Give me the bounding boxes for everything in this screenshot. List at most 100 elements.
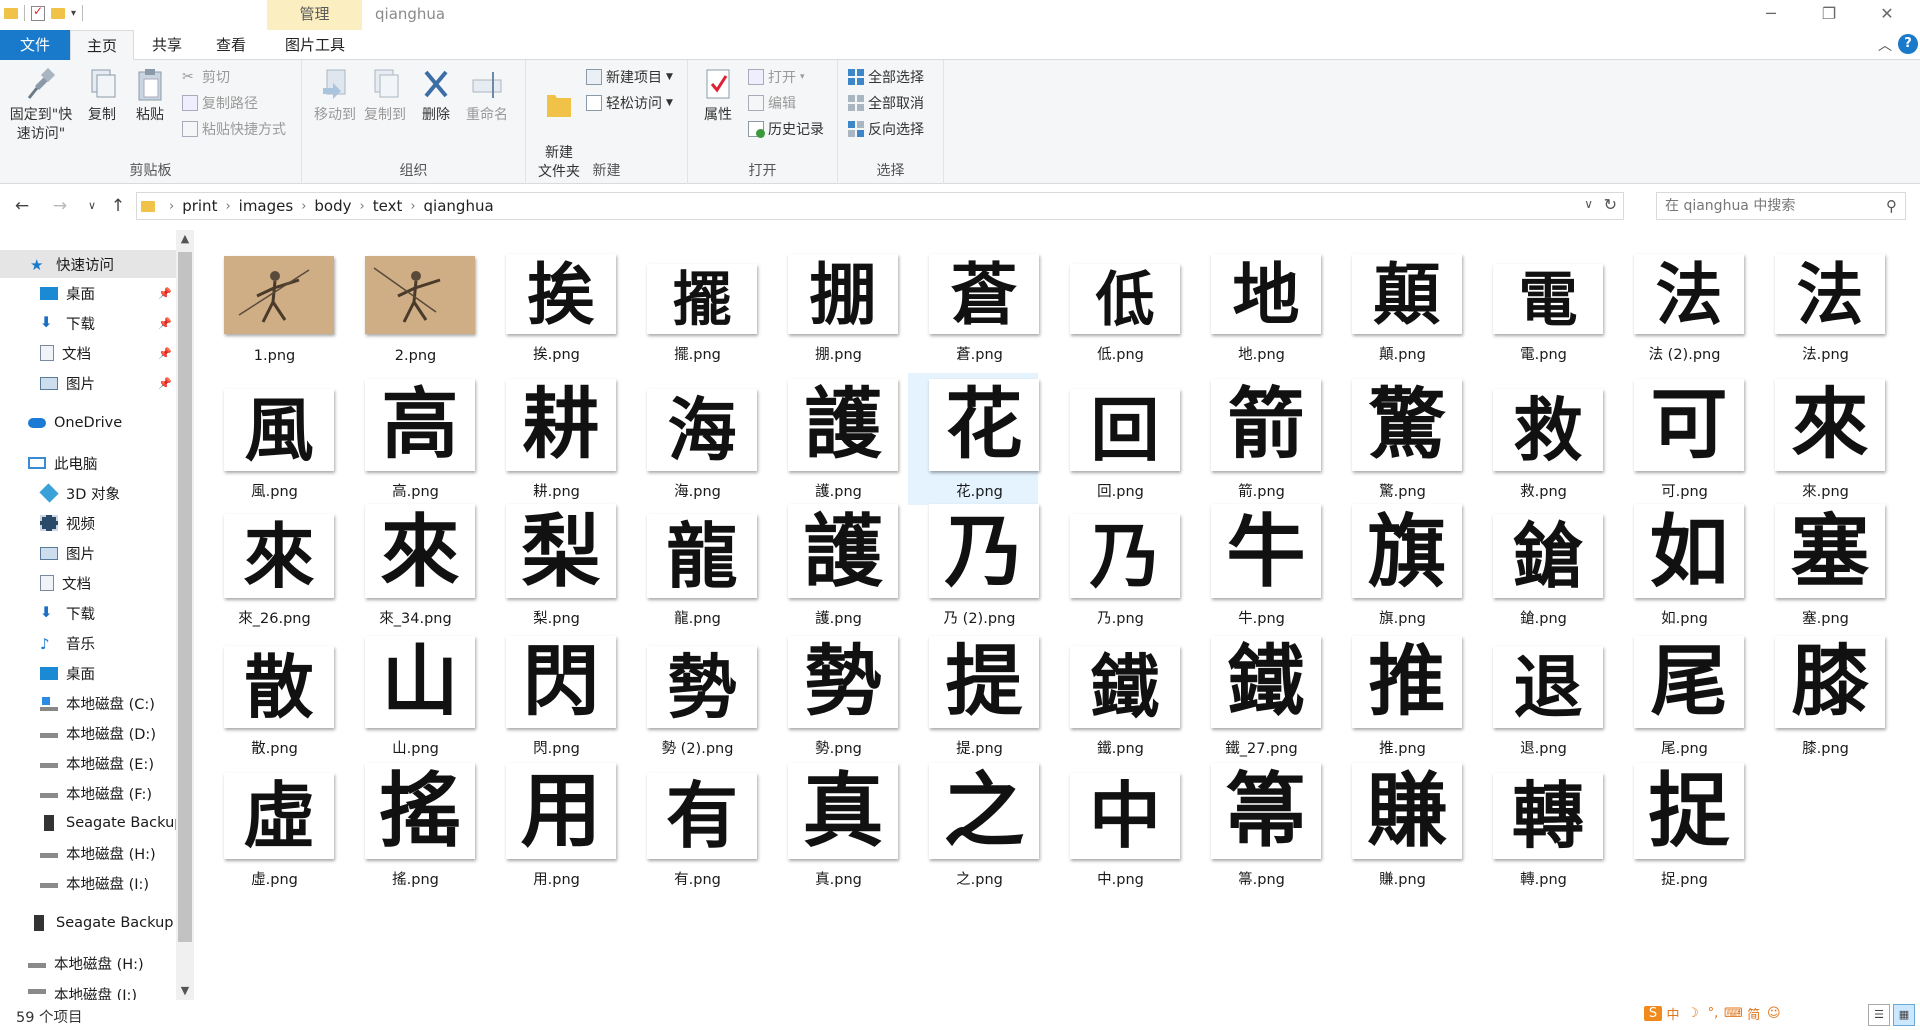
nav-qa-downloads[interactable]: ⬇ 下载 📌 <box>0 309 176 337</box>
file-item[interactable]: 乃乃 (2).png <box>908 500 1039 632</box>
nav-onedrive[interactable]: OneDrive <box>0 409 176 437</box>
file-item[interactable]: 2.png <box>344 236 475 368</box>
copy-path-button[interactable]: 复制路径 <box>182 92 258 114</box>
up-button[interactable]: ↑ <box>106 194 130 218</box>
pin-icon[interactable]: 📌 <box>158 287 172 300</box>
file-item[interactable]: 尾尾.png <box>1613 630 1744 762</box>
file-item[interactable]: 挨挨.png <box>485 236 616 368</box>
nav-quick-access[interactable]: ★ 快速访问 <box>0 250 176 278</box>
file-item[interactable]: 鎗鎗.png <box>1472 500 1603 632</box>
punctuation-icon[interactable]: °, <box>1704 1006 1722 1021</box>
file-item[interactable]: 龍龍.png <box>626 500 757 632</box>
breadcrumb-text[interactable]: text <box>373 197 403 215</box>
nav-seagate-g[interactable]: Seagate Backup <box>0 809 176 837</box>
maximize-button[interactable]: ❐ <box>1806 0 1852 30</box>
nav-seagate-root[interactable]: Seagate Backup <box>0 909 176 937</box>
nav-qa-documents[interactable]: 文档 📌 <box>0 339 176 367</box>
edit-button[interactable]: 编辑 <box>748 92 796 114</box>
properties-button[interactable]: 属性 <box>696 66 740 125</box>
breadcrumb-print[interactable]: print <box>182 197 217 215</box>
pin-icon[interactable]: 📌 <box>158 317 172 330</box>
file-item[interactable]: 虛虛.png <box>203 761 334 893</box>
file-item[interactable]: 推推.png <box>1331 630 1462 762</box>
details-view-button[interactable]: ☰ <box>1868 1004 1890 1026</box>
rename-button[interactable]: 重命名 <box>462 66 512 125</box>
nav-drive-e[interactable]: 本地磁盘 (E:) <box>0 749 176 777</box>
forward-button[interactable]: → <box>48 194 72 218</box>
file-item[interactable]: 箭箭.png <box>1190 373 1321 505</box>
nav-3d-objects[interactable]: 3D 对象 <box>0 479 176 507</box>
tab-picture-tools[interactable]: 图片工具 <box>272 30 358 60</box>
properties-icon[interactable] <box>31 4 45 21</box>
nav-documents[interactable]: 文档 <box>0 569 176 597</box>
breadcrumb-body[interactable]: body <box>314 197 351 215</box>
nav-this-pc[interactable]: 此电脑 <box>0 449 176 477</box>
new-item-button[interactable]: 新建项目 ▼ <box>586 66 673 88</box>
file-item[interactable]: 法法 (2).png <box>1613 236 1744 368</box>
recent-locations-button[interactable]: ∨ <box>80 194 104 218</box>
file-item[interactable]: 乃乃.png <box>1049 500 1180 632</box>
file-item[interactable]: 中中.png <box>1049 761 1180 893</box>
nav-drive-f[interactable]: 本地磁盘 (F:) <box>0 779 176 807</box>
ime-simplified[interactable]: 简 <box>1745 1004 1763 1023</box>
ime-skin-icon[interactable]: ☺ <box>1765 1006 1783 1021</box>
nav-videos[interactable]: 视频 <box>0 509 176 537</box>
file-item[interactable]: 救救.png <box>1472 373 1603 505</box>
nav-drive-d[interactable]: 本地磁盘 (D:) <box>0 719 176 747</box>
tab-view[interactable]: 查看 <box>204 30 258 60</box>
new-folder-icon[interactable] <box>51 7 65 19</box>
chevron-right-icon[interactable]: › <box>360 199 365 214</box>
file-item[interactable]: 來來_26.png <box>203 500 334 632</box>
file-item[interactable]: 有有.png <box>626 761 757 893</box>
ime-logo-icon[interactable]: S <box>1644 1006 1662 1021</box>
file-item[interactable]: 轉轉.png <box>1472 761 1603 893</box>
easy-access-button[interactable]: 轻松访问 ▼ <box>586 92 673 114</box>
file-item[interactable]: 高高.png <box>344 373 475 505</box>
moon-icon[interactable]: ☽ <box>1684 1006 1702 1021</box>
tab-file[interactable]: 文件 <box>0 30 70 60</box>
file-item[interactable]: 箒箒.png <box>1190 761 1321 893</box>
nav-drive-h-root[interactable]: 本地磁盘 (H:) <box>0 949 176 977</box>
refresh-icon[interactable]: ↻ <box>1604 195 1617 214</box>
back-button[interactable]: ← <box>10 194 34 218</box>
file-item[interactable]: 護護.png <box>767 373 898 505</box>
file-item[interactable]: 鐵鐵_27.png <box>1190 630 1321 762</box>
nav-qa-desktop[interactable]: 桌面 📌 <box>0 279 176 307</box>
file-item[interactable]: 塞塞.png <box>1754 500 1885 632</box>
file-item[interactable]: 梨梨.png <box>485 500 616 632</box>
copy-button[interactable]: 复制 <box>80 66 124 125</box>
invert-selection-button[interactable]: 反向选择 <box>848 118 924 140</box>
file-item[interactable]: 回回.png <box>1049 373 1180 505</box>
file-item[interactable]: 搖搖.png <box>344 761 475 893</box>
copy-to-button[interactable]: 复制到 <box>362 66 408 125</box>
file-item[interactable]: 風風.png <box>203 373 334 505</box>
file-item[interactable]: 擺擺.png <box>626 236 757 368</box>
file-item[interactable]: 驚驚.png <box>1331 373 1462 505</box>
nav-desktop[interactable]: 桌面 <box>0 659 176 687</box>
file-item[interactable]: 海海.png <box>626 373 757 505</box>
close-button[interactable]: ✕ <box>1864 0 1910 30</box>
file-item[interactable]: 膝膝.png <box>1754 630 1885 762</box>
minimize-button[interactable]: ─ <box>1748 0 1794 30</box>
tab-home[interactable]: 主页 <box>70 30 134 61</box>
nav-music[interactable]: ♪ 音乐 <box>0 629 176 657</box>
pin-icon[interactable]: 📌 <box>158 377 172 390</box>
file-item[interactable]: 勢勢 (2).png <box>626 630 757 762</box>
file-item[interactable]: 可可.png <box>1613 373 1744 505</box>
pin-icon[interactable]: 📌 <box>158 347 172 360</box>
chevron-right-icon[interactable]: › <box>225 199 230 214</box>
tab-share[interactable]: 共享 <box>140 30 194 60</box>
file-item[interactable]: 退退.png <box>1472 630 1603 762</box>
file-item[interactable]: 真真.png <box>767 761 898 893</box>
scrollbar-thumb[interactable] <box>178 252 192 942</box>
file-item[interactable]: 電電.png <box>1472 236 1603 368</box>
file-item[interactable]: 閃閃.png <box>485 630 616 762</box>
scroll-up-icon[interactable]: ▲ <box>176 230 194 248</box>
open-button[interactable]: 打开 ▾ <box>748 66 805 88</box>
file-item[interactable]: 如如.png <box>1613 500 1744 632</box>
file-item[interactable]: 低低.png <box>1049 236 1180 368</box>
file-item[interactable]: 花花.png <box>908 373 1039 505</box>
help-icon[interactable]: ? <box>1898 34 1918 54</box>
history-button[interactable]: 历史记录 <box>748 118 824 140</box>
ime-mode[interactable]: 中 <box>1664 1004 1682 1023</box>
